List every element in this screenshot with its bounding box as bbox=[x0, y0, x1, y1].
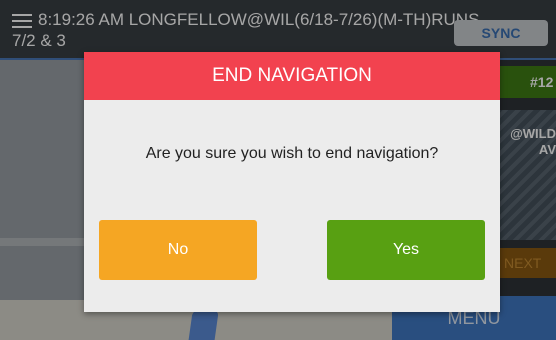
no-button[interactable]: No bbox=[99, 220, 257, 280]
dialog-message: Are you sure you wish to end navigation? bbox=[145, 145, 439, 162]
yes-button[interactable]: Yes bbox=[327, 220, 485, 280]
dialog-title: END NAVIGATION bbox=[84, 52, 500, 100]
end-navigation-dialog: END NAVIGATION Are you sure you wish to … bbox=[84, 52, 500, 312]
app-screen: 8:19:26 AM LONGFELLOW@WIL(6/18-7/26)(M-T… bbox=[0, 0, 556, 340]
